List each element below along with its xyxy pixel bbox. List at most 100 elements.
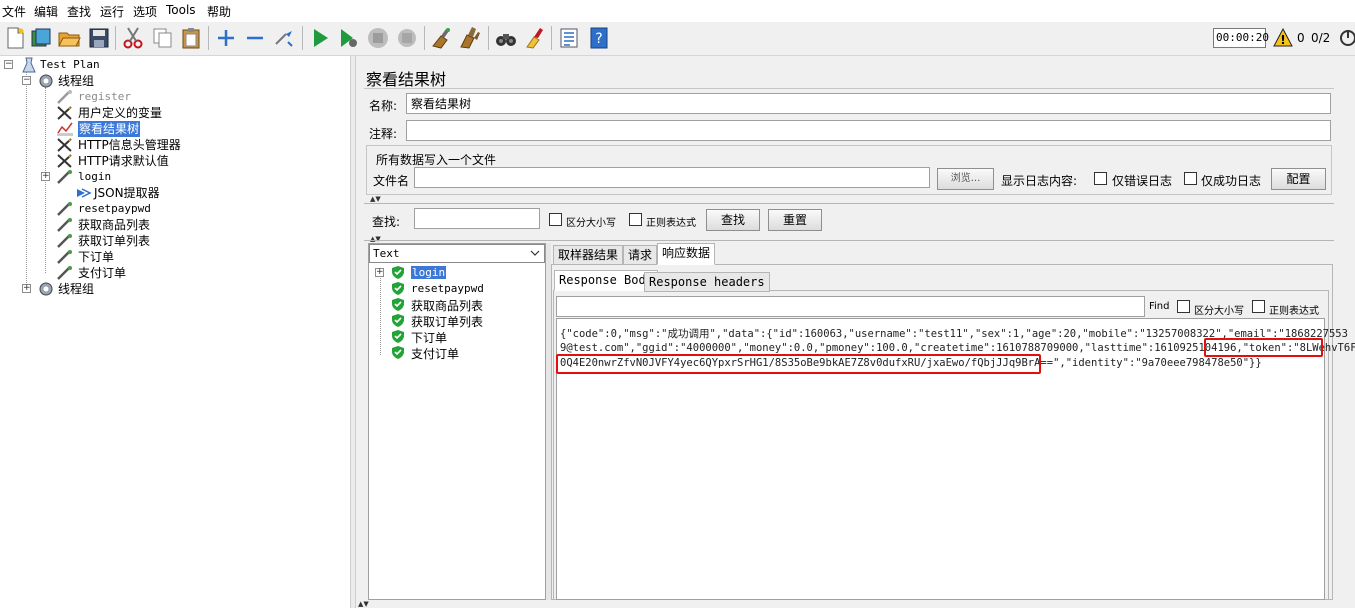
sample-product-list[interactable]: 获取商品列表 (411, 297, 483, 314)
tree-root-test-plan[interactable]: Test Plan (40, 57, 100, 73)
tree-item-register[interactable]: register (78, 89, 131, 105)
find-input[interactable] (556, 296, 1145, 317)
sample-place-order[interactable]: 下订单 (411, 329, 447, 346)
function-helper-icon[interactable] (557, 26, 581, 50)
binoculars-search-icon[interactable] (494, 26, 518, 50)
success-shield-icon (392, 282, 404, 295)
menu-file[interactable]: 文件 (2, 3, 26, 20)
only-success-checkbox[interactable] (1184, 172, 1197, 185)
split-arrows-icon[interactable]: ▲▼ (370, 196, 381, 203)
save-icon[interactable] (87, 26, 111, 50)
tree-item-product-list[interactable]: 获取商品列表 (78, 217, 150, 233)
start-icon[interactable] (308, 26, 332, 50)
expand-all-icon[interactable] (214, 26, 238, 50)
copy-icon[interactable] (151, 26, 175, 50)
search-input[interactable] (414, 208, 540, 229)
thread-group-collapse-toggle[interactable]: − (22, 76, 31, 85)
name-field[interactable] (406, 93, 1331, 114)
menu-edit[interactable]: 编辑 (34, 3, 58, 20)
help-icon[interactable]: ? (587, 26, 611, 50)
clear-icon[interactable] (429, 26, 453, 50)
chevron-down-icon[interactable] (530, 249, 540, 257)
reset-search-icon[interactable] (522, 26, 546, 50)
tree-item-place-order[interactable]: 下订单 (78, 249, 114, 265)
sample-pay-order[interactable]: 支付订单 (411, 345, 459, 362)
root-collapse-toggle[interactable]: − (4, 60, 13, 69)
http-sampler-icon (57, 266, 72, 280)
comment-field[interactable] (406, 120, 1331, 141)
tree-item-order-list[interactable]: 获取订单列表 (78, 233, 150, 249)
request-defaults-icon (57, 154, 72, 168)
menu-options[interactable]: 选项 (133, 3, 157, 20)
menu-search[interactable]: 查找 (67, 3, 91, 20)
regex-checkbox[interactable] (629, 213, 642, 226)
tree-item-user-variables[interactable]: 用户定义的变量 (78, 105, 162, 121)
open-icon[interactable] (57, 26, 81, 50)
config-button[interactable]: 配置 (1271, 168, 1326, 190)
cut-icon[interactable] (121, 26, 145, 50)
toolbar-separator (208, 26, 209, 50)
templates-icon[interactable] (29, 26, 53, 50)
warning-icon[interactable]: ! (1273, 28, 1293, 48)
start-no-pauses-icon[interactable] (336, 26, 360, 50)
warning-count: 0 (1297, 31, 1305, 45)
tab-response-data[interactable]: 响应数据 (657, 243, 716, 265)
tree-thread-group-2[interactable]: 线程组 (58, 281, 94, 297)
success-shield-icon (392, 266, 404, 279)
log-content-label: 显示日志内容: (1001, 174, 1078, 188)
paste-icon[interactable] (179, 26, 203, 50)
toggle-icon[interactable] (272, 26, 296, 50)
http-sampler-icon (57, 234, 72, 248)
menu-run[interactable]: 运行 (100, 3, 124, 20)
find-case-checkbox[interactable] (1177, 300, 1190, 313)
http-sampler-disabled-icon (57, 90, 72, 104)
tree-item-request-defaults[interactable]: HTTP请求默认值 (78, 153, 169, 169)
search-label: 查找: (372, 215, 401, 229)
remote-status-icon (1340, 30, 1355, 46)
split-arrows-icon[interactable]: ▲▼ (358, 601, 369, 608)
menu-help[interactable]: 帮助 (207, 3, 231, 20)
user-variables-icon (57, 106, 72, 120)
test-plan-tree: − Test Plan − 线程组 register 用户定义的变量 察看结果树… (0, 56, 350, 608)
toolbar-separator (551, 26, 552, 50)
tree-thread-group-1[interactable]: 线程组 (58, 73, 94, 89)
search-button[interactable]: 查找 (706, 209, 760, 231)
tree-item-pay-order[interactable]: 支付订单 (78, 265, 126, 281)
case-sensitive-checkbox[interactable] (549, 213, 562, 226)
new-file-icon[interactable] (3, 26, 27, 50)
http-sampler-icon (57, 170, 72, 184)
login-expand-toggle[interactable]: + (41, 172, 50, 181)
tree-item-json-extractor[interactable]: JSON提取器 (94, 185, 160, 201)
tree-item-resetpaypwd[interactable]: resetpaypwd (78, 201, 151, 217)
only-success-label: 仅成功日志 (1201, 174, 1262, 188)
tree-item-header-manager[interactable]: HTTP信息头管理器 (78, 137, 181, 153)
only-errors-checkbox[interactable] (1094, 172, 1107, 185)
token-highlight-box (1204, 338, 1323, 357)
browse-button[interactable]: 浏览... (937, 168, 994, 190)
subtab-response-body[interactable]: Response Body (554, 270, 658, 291)
tree-item-login[interactable]: login (78, 169, 111, 185)
divider (364, 203, 1334, 204)
subtab-response-headers[interactable]: Response headers (644, 272, 770, 292)
tree-item-view-results-tree[interactable]: 察看结果树 (78, 121, 141, 137)
title-divider (364, 88, 1334, 89)
menu-tools[interactable]: Tools (166, 3, 196, 17)
tab-sampler-result[interactable]: 取样器结果 (553, 245, 624, 265)
find-regex-checkbox[interactable] (1252, 300, 1265, 313)
clear-all-icon[interactable] (458, 26, 482, 50)
tree-line (26, 71, 27, 289)
shutdown-icon[interactable] (395, 26, 419, 50)
sample-resetpaypwd[interactable]: resetpaypwd (411, 282, 484, 295)
tree-line (380, 275, 381, 355)
stop-icon[interactable] (366, 26, 390, 50)
sample-login[interactable]: login (411, 266, 447, 279)
reset-button[interactable]: 重置 (768, 209, 822, 231)
login-result-expand-toggle[interactable]: + (375, 268, 384, 277)
sample-order-list[interactable]: 获取订单列表 (411, 313, 483, 330)
thread-group-2-expand-toggle[interactable]: + (22, 284, 31, 293)
collapse-all-icon[interactable] (243, 26, 267, 50)
toolbar-separator (115, 26, 116, 50)
tab-request[interactable]: 请求 (623, 245, 658, 265)
filename-field[interactable] (414, 167, 930, 188)
success-shield-icon (392, 298, 404, 311)
